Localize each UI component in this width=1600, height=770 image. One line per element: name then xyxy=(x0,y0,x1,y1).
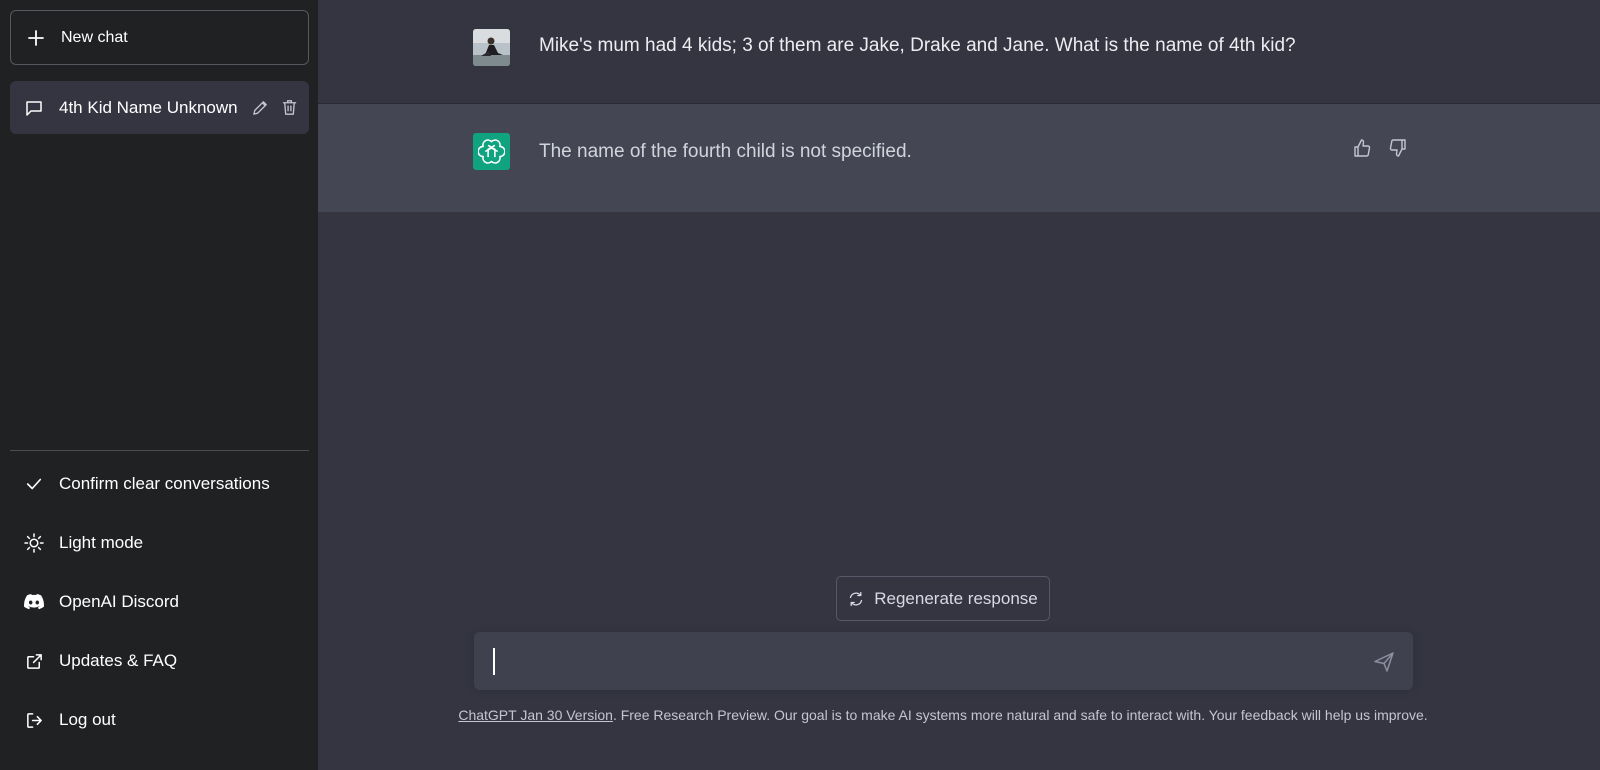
send-icon[interactable] xyxy=(1373,651,1395,673)
menu-item-label: Confirm clear conversations xyxy=(59,474,270,493)
check-icon xyxy=(24,474,44,494)
edit-icon[interactable] xyxy=(251,98,270,117)
updates-faq-link[interactable]: Updates & FAQ xyxy=(10,637,309,685)
discord-icon xyxy=(24,592,44,612)
message-input[interactable] xyxy=(490,646,1350,676)
chat-bubble-icon xyxy=(25,99,43,117)
version-link[interactable]: ChatGPT Jan 30 Version xyxy=(458,707,613,723)
new-chat-label: New chat xyxy=(61,28,128,46)
sidebar-divider xyxy=(10,450,309,451)
regenerate-label: Regenerate response xyxy=(874,588,1038,608)
footer-text: . Free Research Preview. Our goal is to … xyxy=(612,707,1428,723)
menu-item-label: Light mode xyxy=(59,533,144,552)
menu-item-label: Updates & FAQ xyxy=(59,651,178,670)
confirm-clear-conversations-button[interactable]: Confirm clear conversations xyxy=(10,460,309,508)
sun-icon xyxy=(24,533,44,553)
logout-icon xyxy=(24,710,44,730)
trash-icon[interactable] xyxy=(280,98,299,117)
assistant-message-row: The name of the fourth child is not spec… xyxy=(318,104,1600,212)
menu-item-label: Log out xyxy=(59,710,116,729)
feedback-buttons xyxy=(1352,138,1408,158)
log-out-button[interactable]: Log out xyxy=(10,696,309,744)
thumbs-up-icon[interactable] xyxy=(1352,138,1372,158)
refresh-icon xyxy=(848,591,864,607)
footer-disclaimer: ChatGPT Jan 30 Version. Free Research Pr… xyxy=(318,707,1568,723)
openai-logo-icon xyxy=(473,133,510,170)
message-composer xyxy=(474,632,1413,690)
conversation-title: 4th Kid Name Unknown xyxy=(59,97,238,117)
external-link-icon xyxy=(24,651,44,671)
user-message-text: Mike's mum had 4 kids; 3 of them are Jak… xyxy=(539,35,1296,56)
regenerate-response-button[interactable]: Regenerate response xyxy=(836,576,1050,621)
openai-discord-link[interactable]: OpenAI Discord xyxy=(10,578,309,626)
assistant-message-text: The name of the fourth child is not spec… xyxy=(539,141,912,162)
sidebar: New chat 4th Kid Name Unknown Confirm cl… xyxy=(0,0,318,770)
user-message-row: Mike's mum had 4 kids; 3 of them are Jak… xyxy=(318,0,1600,104)
menu-item-label: OpenAI Discord xyxy=(59,592,179,611)
thumbs-down-icon[interactable] xyxy=(1388,138,1408,158)
new-chat-button[interactable]: New chat xyxy=(10,10,309,65)
light-mode-button[interactable]: Light mode xyxy=(10,519,309,567)
conversation-item[interactable]: 4th Kid Name Unknown xyxy=(10,81,309,134)
avatar xyxy=(473,29,510,66)
plus-icon xyxy=(27,29,45,47)
